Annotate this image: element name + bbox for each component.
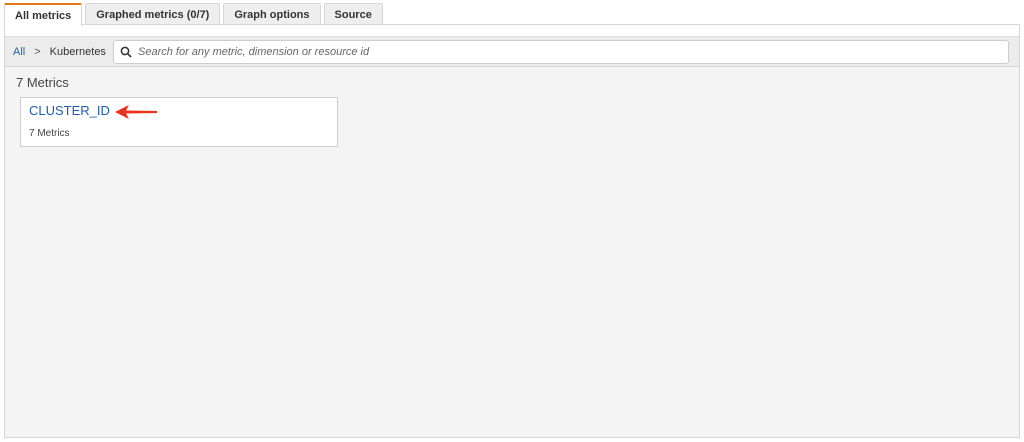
annotation-arrow-icon bbox=[115, 105, 157, 119]
namespace-card-cluster-id[interactable]: CLUSTER_ID 7 Metrics bbox=[20, 97, 338, 147]
breadcrumb-all-link[interactable]: All bbox=[13, 46, 25, 58]
search-icon bbox=[120, 46, 132, 58]
panel-top-strip bbox=[5, 25, 1019, 37]
tab-graph-options[interactable]: Graph options bbox=[223, 3, 321, 25]
metrics-count: 7 Metrics bbox=[16, 75, 69, 90]
card-subtitle: 7 Metrics bbox=[29, 128, 70, 139]
tab-source[interactable]: Source bbox=[323, 3, 383, 25]
breadcrumb-kubernetes: Kubernetes bbox=[49, 45, 106, 58]
search-placeholder: Search for any metric, dimension or reso… bbox=[138, 46, 370, 58]
breadcrumb-separator: > bbox=[34, 45, 41, 58]
card-title-link[interactable]: CLUSTER_ID bbox=[29, 103, 110, 118]
tab-all-metrics[interactable]: All metrics bbox=[4, 3, 83, 26]
metrics-panel: All > Kubernetes Search for any metric, … bbox=[4, 24, 1020, 438]
tab-bar: All metrics Graphed metrics (0/7) Graph … bbox=[4, 3, 383, 26]
tab-graphed-metrics[interactable]: Graphed metrics (0/7) bbox=[85, 3, 221, 25]
search-input[interactable]: Search for any metric, dimension or reso… bbox=[113, 40, 1009, 64]
